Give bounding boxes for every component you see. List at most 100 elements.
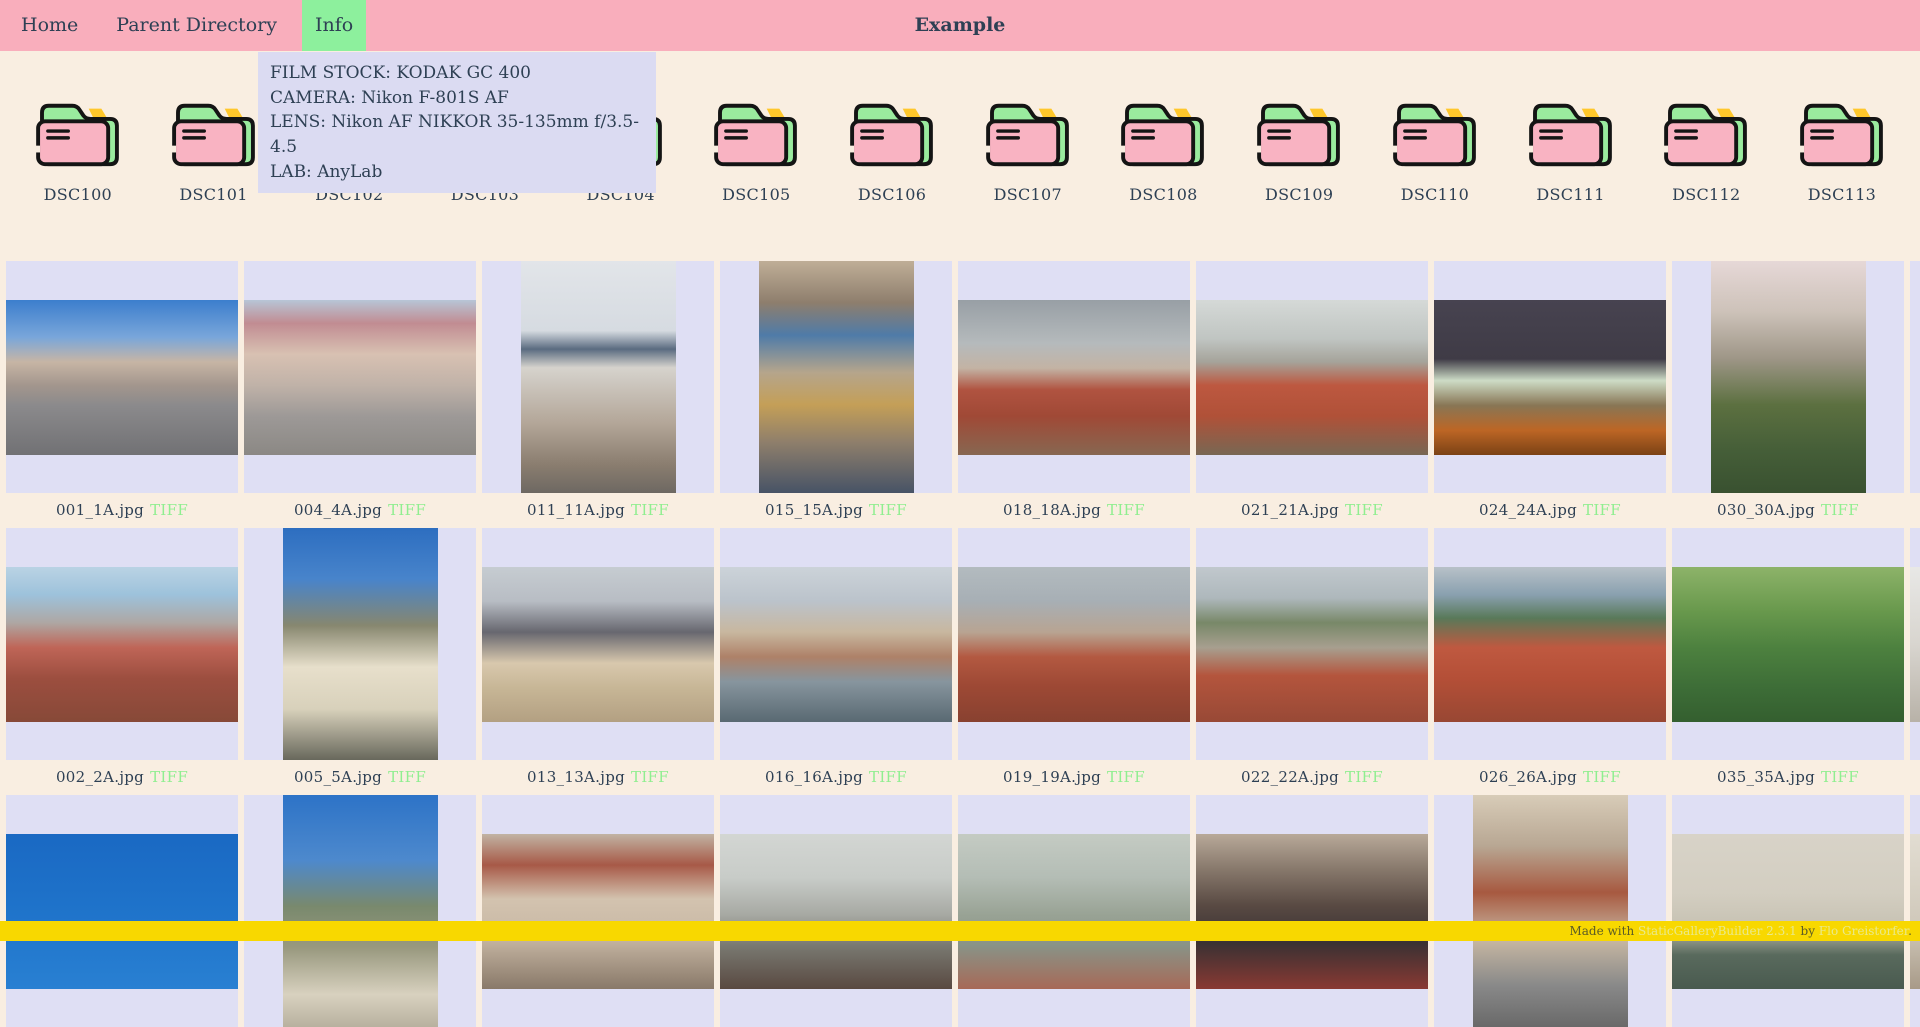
photo-filename-link[interactable]: 026_26A.jpg [1479, 768, 1577, 786]
photo-format-link[interactable]: TIFF [631, 501, 669, 519]
photo-filename-link[interactable]: 018_18A.jpg [1003, 501, 1101, 519]
photo-filename-link[interactable]: 013_13A.jpg [527, 768, 625, 786]
photo-cell[interactable] [6, 795, 238, 1027]
photo-filename-link[interactable]: 030_30A.jpg [1717, 501, 1815, 519]
photo-thumbnail[interactable] [283, 795, 438, 1027]
photo-thumbnail[interactable] [958, 567, 1190, 722]
photo-format-link[interactable]: TIFF [1345, 501, 1383, 519]
photo-thumbnail[interactable] [283, 528, 438, 760]
photo-thumbnail[interactable] [521, 261, 676, 493]
photo-thumbnail[interactable] [1196, 834, 1428, 989]
photo-cell[interactable] [1434, 795, 1666, 1027]
folder-item[interactable]: DSC108 [1103, 97, 1223, 204]
generator-link[interactable]: StaticGalleryBuilder 2.3.1 [1638, 924, 1797, 938]
photo-thumbnail[interactable] [1711, 261, 1866, 493]
photo-thumbnail[interactable] [1434, 300, 1666, 455]
photo-format-link[interactable]: TIFF [631, 768, 669, 786]
photo-cell[interactable] [6, 261, 238, 493]
folder-item[interactable]: DSC107 [968, 97, 1088, 204]
photo-thumbnail[interactable] [1910, 567, 1920, 722]
photo-format-link[interactable]: TIFF [869, 768, 907, 786]
folder-item[interactable]: DSC109 [1239, 97, 1359, 204]
photo-cell[interactable] [1910, 528, 1920, 760]
photo-thumbnail[interactable] [482, 834, 714, 989]
folder-item[interactable]: DSC105 [696, 97, 816, 204]
photo-filename-link[interactable]: 019_19A.jpg [1003, 768, 1101, 786]
photo-filename-link[interactable]: 002_2A.jpg [56, 768, 144, 786]
photo-filename-link[interactable]: 015_15A.jpg [765, 501, 863, 519]
photo-thumbnail[interactable] [1672, 834, 1904, 989]
photo-cell[interactable] [244, 795, 476, 1027]
photo-filename-link[interactable]: 021_21A.jpg [1241, 501, 1339, 519]
photo-filename-link[interactable]: 001_1A.jpg [56, 501, 144, 519]
photo-cell[interactable] [482, 795, 714, 1027]
photo-cell[interactable] [720, 528, 952, 760]
folder-item[interactable]: DSC112 [1646, 97, 1766, 204]
photo-filename-link[interactable]: 011_11A.jpg [527, 501, 625, 519]
photo-cell[interactable] [720, 795, 952, 1027]
photo-thumbnail[interactable] [958, 834, 1190, 989]
photo-format-link[interactable]: TIFF [1583, 768, 1621, 786]
nav-item-info[interactable]: Info [302, 0, 366, 51]
photo-cell[interactable] [1196, 795, 1428, 1027]
photo-cell[interactable] [1910, 795, 1920, 1027]
photo-thumbnail[interactable] [1910, 834, 1920, 989]
folder-item[interactable]: DSC100 [18, 97, 138, 204]
photo-format-link[interactable]: TIFF [150, 768, 188, 786]
photo-thumbnail[interactable] [1196, 567, 1428, 722]
photo-thumbnail[interactable] [6, 834, 238, 989]
folder-item[interactable]: DSC111 [1511, 97, 1631, 204]
folder-item[interactable]: DSC106 [832, 97, 952, 204]
photo-format-link[interactable]: TIFF [150, 501, 188, 519]
photo-thumbnail[interactable] [958, 300, 1190, 455]
author-link[interactable]: Flo Greistorfer [1819, 924, 1908, 938]
photo-cell[interactable] [1672, 261, 1904, 493]
photo-cell[interactable] [958, 795, 1190, 1027]
photo-format-link[interactable]: TIFF [388, 768, 426, 786]
photo-format-link[interactable]: TIFF [1821, 768, 1859, 786]
photo-thumbnail[interactable] [482, 567, 714, 722]
photo-format-link[interactable]: TIFF [869, 501, 907, 519]
photo-cell[interactable] [1672, 528, 1904, 760]
photo-thumbnail[interactable] [1672, 567, 1904, 722]
photo-thumbnail[interactable] [1196, 300, 1428, 455]
photo-format-link[interactable]: TIFF [1107, 501, 1145, 519]
photo-cell[interactable] [244, 261, 476, 493]
folder-item[interactable]: DSC101 [154, 97, 274, 204]
photo-thumbnail[interactable] [1473, 795, 1628, 1027]
folder-item[interactable]: DSC113 [1782, 97, 1902, 204]
photo-thumbnail[interactable] [720, 567, 952, 722]
photo-cell[interactable] [1910, 261, 1920, 493]
photo-cell[interactable] [1196, 261, 1428, 493]
photo-cell[interactable] [1434, 528, 1666, 760]
photo-format-link[interactable]: TIFF [1107, 768, 1145, 786]
photo-filename-link[interactable]: 022_22A.jpg [1241, 768, 1339, 786]
photo-filename-link[interactable]: 016_16A.jpg [765, 768, 863, 786]
photo-cell[interactable] [482, 261, 714, 493]
photo-cell[interactable] [6, 528, 238, 760]
nav-item-home[interactable]: Home [8, 0, 91, 51]
photo-cell[interactable] [244, 528, 476, 760]
photo-cell[interactable] [720, 261, 952, 493]
photo-cell[interactable] [958, 261, 1190, 493]
photo-cell[interactable] [1434, 261, 1666, 493]
photo-thumbnail[interactable] [244, 300, 476, 455]
photo-filename-link[interactable]: 004_4A.jpg [294, 501, 382, 519]
photo-filename-link[interactable]: 024_24A.jpg [1479, 501, 1577, 519]
photo-cell[interactable] [958, 528, 1190, 760]
nav-item-parent-directory[interactable]: Parent Directory [103, 0, 290, 51]
photo-format-link[interactable]: TIFF [1821, 501, 1859, 519]
photo-format-link[interactable]: TIFF [388, 501, 426, 519]
photo-cell[interactable] [482, 528, 714, 760]
photo-filename-link[interactable]: 005_5A.jpg [294, 768, 382, 786]
photo-thumbnail[interactable] [720, 834, 952, 989]
photo-cell[interactable] [1672, 795, 1904, 1027]
photo-thumbnail[interactable] [6, 567, 238, 722]
photo-cell[interactable] [1196, 528, 1428, 760]
photo-format-link[interactable]: TIFF [1583, 501, 1621, 519]
photo-format-link[interactable]: TIFF [1345, 768, 1383, 786]
photo-thumbnail[interactable] [1434, 567, 1666, 722]
photo-thumbnail[interactable] [759, 261, 914, 493]
photo-filename-link[interactable]: 035_35A.jpg [1717, 768, 1815, 786]
folder-item[interactable]: DSC110 [1375, 97, 1495, 204]
